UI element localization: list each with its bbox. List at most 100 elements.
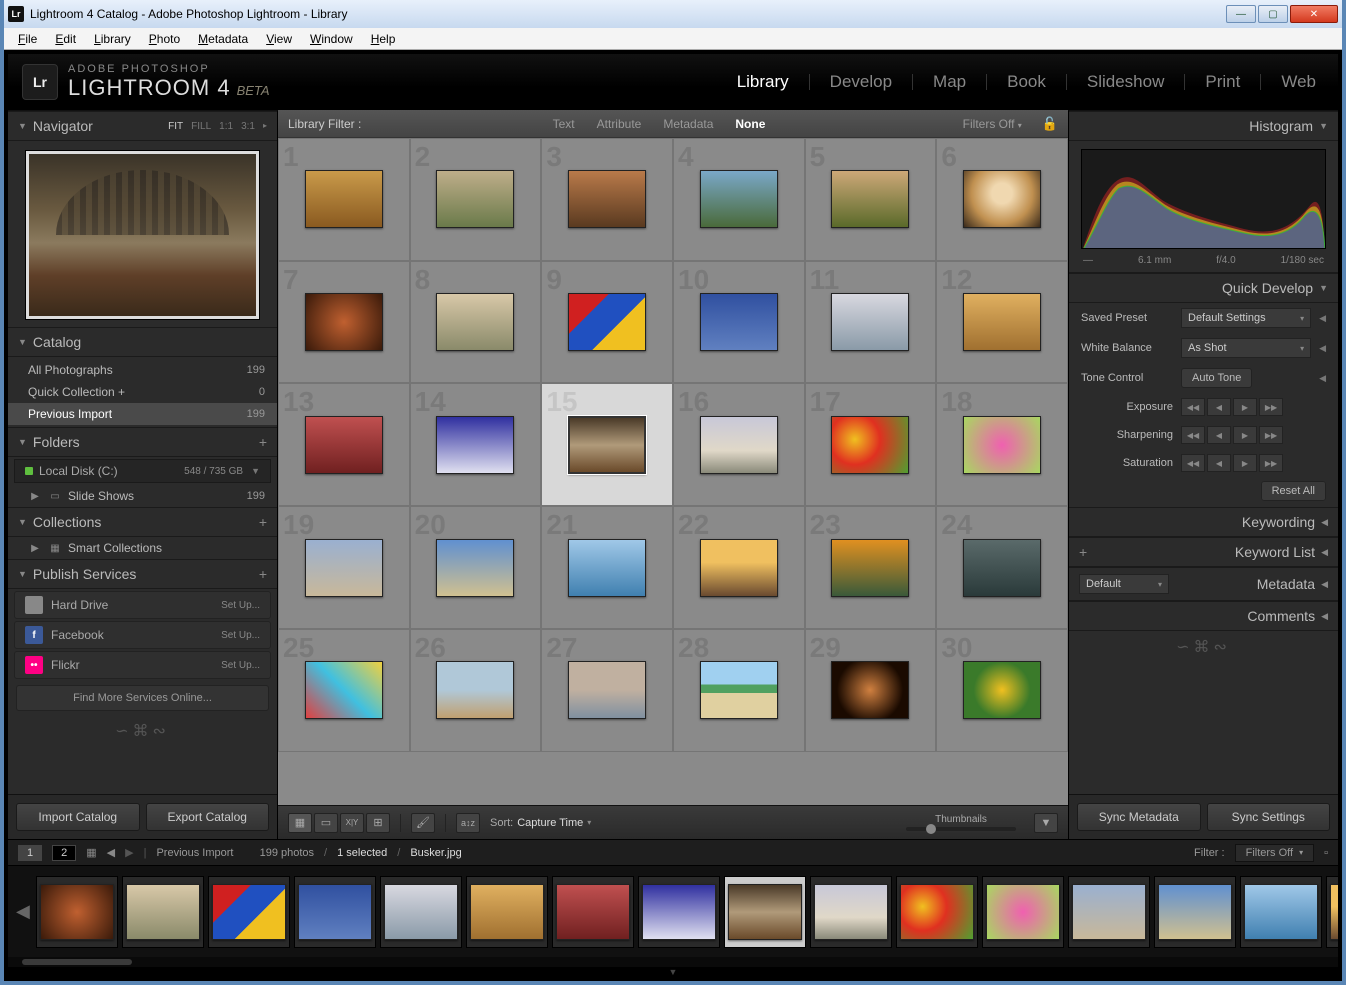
grid-cell[interactable]: 18	[936, 383, 1068, 506]
filmstrip-thumb[interactable]	[122, 876, 204, 948]
filter-none[interactable]: None	[729, 115, 771, 133]
grid-view[interactable]: 1234567891011121314151617181920212223242…	[278, 138, 1068, 805]
filmstrip-thumb[interactable]	[1068, 876, 1150, 948]
add-collection-icon[interactable]: +	[259, 514, 267, 530]
menu-file[interactable]: File	[10, 30, 45, 48]
quick-develop-header[interactable]: Quick Develop▼	[1069, 273, 1338, 303]
exposure-stepper[interactable]: ◀◀◀▶▶▶	[1181, 398, 1283, 416]
grid-cell[interactable]: 10	[673, 261, 805, 384]
grid-cell[interactable]: 19	[278, 506, 410, 629]
grid-cell[interactable]: 9	[541, 261, 673, 384]
histogram-header[interactable]: Histogram▼	[1069, 111, 1338, 141]
folders-header[interactable]: ▼Folders+	[8, 427, 277, 457]
lock-icon[interactable]: 🔓	[1042, 116, 1058, 132]
module-book[interactable]: Book	[1005, 68, 1048, 96]
white-balance-dropdown[interactable]: As Shot▾	[1181, 338, 1311, 358]
filmstrip-source[interactable]: Previous Import	[156, 847, 233, 859]
disclosure-icon[interactable]: ◀	[1319, 343, 1326, 354]
saturation-stepper[interactable]: ◀◀◀▶▶▶	[1181, 454, 1283, 472]
survey-view-icon[interactable]: ⊞	[366, 813, 390, 833]
add-publish-icon[interactable]: +	[259, 566, 267, 582]
navigator-header[interactable]: ▼ Navigator FITFILL1:13:1▸	[8, 111, 277, 141]
histogram[interactable]	[1081, 149, 1326, 249]
grid-cell[interactable]: 5	[805, 138, 937, 261]
publish-service-row[interactable]: Hard DriveSet Up...	[14, 591, 271, 619]
grid-cell[interactable]: 12	[936, 261, 1068, 384]
catalog-header[interactable]: ▼Catalog	[8, 327, 277, 357]
loupe-view-icon[interactable]: ▭	[314, 813, 338, 833]
filter-text[interactable]: Text	[547, 115, 581, 133]
grid-mini-icon[interactable]: ▦	[86, 846, 96, 859]
add-folder-icon[interactable]: +	[259, 434, 267, 450]
sort-direction-icon[interactable]: a↕z	[456, 813, 480, 833]
catalog-row[interactable]: All Photographs199	[8, 359, 277, 381]
filter-lock-icon[interactable]: ▫	[1324, 847, 1328, 859]
menu-window[interactable]: Window	[302, 30, 361, 48]
nav-zoom-FILL[interactable]: FILL	[191, 121, 211, 132]
module-print[interactable]: Print	[1203, 68, 1242, 96]
filter-metadata[interactable]: Metadata	[657, 115, 719, 133]
menu-photo[interactable]: Photo	[141, 30, 188, 48]
filmstrip-thumb[interactable]	[638, 876, 720, 948]
saved-preset-dropdown[interactable]: Default Settings▾	[1181, 308, 1311, 328]
menu-metadata[interactable]: Metadata	[190, 30, 256, 48]
nav-zoom-11[interactable]: 1:1	[219, 121, 233, 132]
thumbnail-size-slider[interactable]: Thumbnails	[906, 814, 1016, 831]
filmstrip-thumb[interactable]	[1240, 876, 1322, 948]
folder-row[interactable]: ▶ ▭ Slide Shows 199	[8, 485, 277, 507]
grid-cell[interactable]: 26	[410, 629, 542, 752]
publish-header[interactable]: ▼Publish Services+	[8, 559, 277, 589]
filmstrip-thumb[interactable]	[982, 876, 1064, 948]
module-map[interactable]: Map	[931, 68, 968, 96]
nav-zoom-31[interactable]: 3:1	[241, 121, 255, 132]
module-library[interactable]: Library	[735, 68, 791, 96]
grid-cell[interactable]: 23	[805, 506, 937, 629]
module-slideshow[interactable]: Slideshow	[1085, 68, 1167, 96]
catalog-row[interactable]: Previous Import199	[8, 403, 277, 425]
grid-cell[interactable]: 27	[541, 629, 673, 752]
collection-row[interactable]: ▶ ▦ Smart Collections	[8, 537, 277, 559]
grid-cell[interactable]: 3	[541, 138, 673, 261]
keyword-list-header[interactable]: +Keyword List◀	[1069, 537, 1338, 567]
module-web[interactable]: Web	[1279, 68, 1318, 96]
grid-cell[interactable]: 16	[673, 383, 805, 506]
screen-2-button[interactable]: 2	[52, 845, 76, 861]
metadata-header[interactable]: Default▾ Metadata◀	[1069, 567, 1338, 601]
setup-button[interactable]: Set Up...	[221, 630, 260, 641]
nav-fwd-icon[interactable]: ▶	[125, 846, 133, 859]
grid-cell[interactable]: 15	[541, 383, 673, 506]
grid-cell[interactable]: 6	[936, 138, 1068, 261]
import-catalog-button[interactable]: Import Catalog	[16, 803, 140, 831]
filmstrip-thumb[interactable]	[724, 876, 806, 948]
grid-cell[interactable]: 14	[410, 383, 542, 506]
filmstrip-left-arrow[interactable]: ◀	[16, 901, 30, 922]
filmstrip-thumb[interactable]	[1326, 876, 1338, 948]
comments-header[interactable]: Comments◀	[1069, 601, 1338, 631]
window-close-button[interactable]: ✕	[1290, 5, 1338, 23]
sort-dropdown[interactable]: Sort: Capture Time ▾	[490, 817, 591, 829]
reset-all-button[interactable]: Reset All	[1261, 481, 1326, 501]
filter-attribute[interactable]: Attribute	[591, 115, 648, 133]
filmstrip-thumb[interactable]	[552, 876, 634, 948]
window-minimize-button[interactable]: —	[1226, 5, 1256, 23]
filmstrip-thumb[interactable]	[810, 876, 892, 948]
filmstrip-thumb[interactable]	[1154, 876, 1236, 948]
filmstrip-scrollbar[interactable]	[8, 957, 1338, 967]
filmstrip-filter-dropdown[interactable]: Filters Off▾	[1235, 844, 1315, 862]
menu-edit[interactable]: Edit	[47, 30, 84, 48]
toolbar-menu-icon[interactable]: ▼	[1034, 813, 1058, 833]
metadata-preset-dropdown[interactable]: Default▾	[1079, 574, 1169, 594]
keywording-header[interactable]: Keywording◀	[1069, 507, 1338, 537]
grid-cell[interactable]: 25	[278, 629, 410, 752]
grid-cell[interactable]: 7	[278, 261, 410, 384]
grid-view-icon[interactable]: ▦	[288, 813, 312, 833]
grid-cell[interactable]: 8	[410, 261, 542, 384]
disclosure-icon[interactable]: ◀	[1319, 373, 1326, 384]
panel-collapse-bottom[interactable]: ▼	[8, 967, 1338, 977]
nav-zoom-FIT[interactable]: FIT	[168, 121, 183, 132]
filters-off-dropdown[interactable]: Filters Off ▾	[957, 115, 1028, 133]
export-catalog-button[interactable]: Export Catalog	[146, 803, 270, 831]
nav-back-icon[interactable]: ◀	[107, 846, 115, 859]
sync-metadata-button[interactable]: Sync Metadata	[1077, 803, 1201, 831]
sync-settings-button[interactable]: Sync Settings	[1207, 803, 1331, 831]
